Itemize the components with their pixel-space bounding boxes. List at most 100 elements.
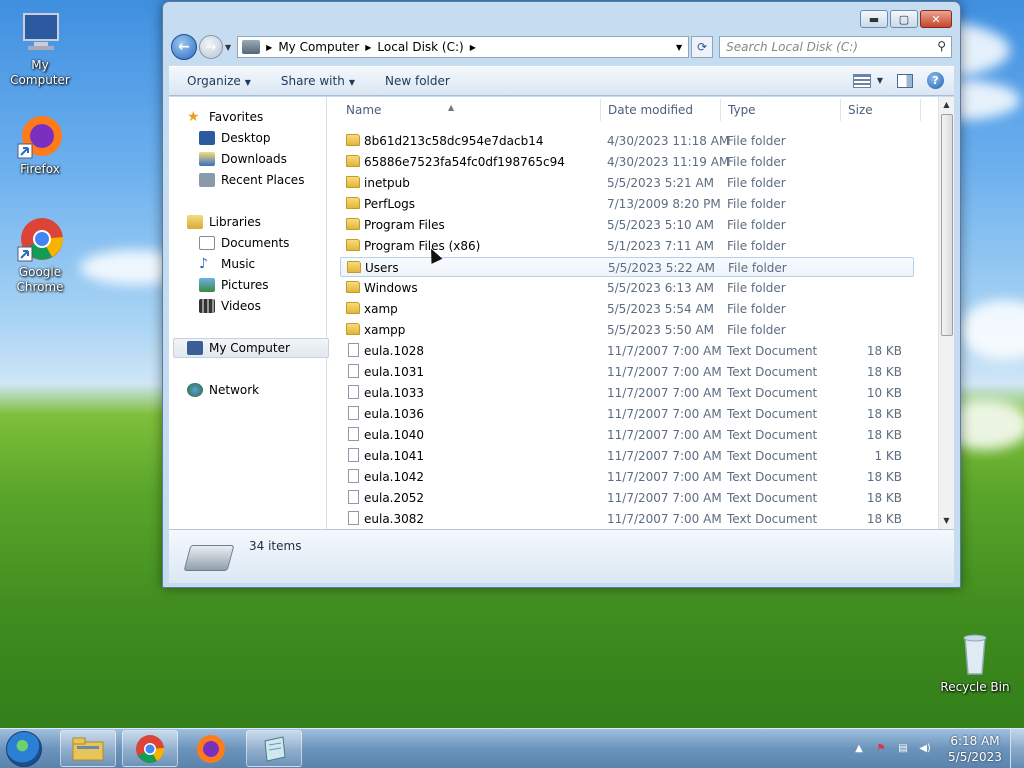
- volume-icon[interactable]: ◀): [918, 742, 932, 756]
- file-row[interactable]: 8b61d213c58dc954e7dacb14 4/30/2023 11:18 …: [340, 131, 914, 151]
- maximize-button[interactable]: ▢: [890, 10, 918, 28]
- search-input[interactable]: Search Local Disk (C:) ⚲: [719, 36, 952, 58]
- column-divider[interactable]: [720, 99, 721, 121]
- desktop-icon-label: Firefox: [20, 162, 60, 176]
- column-header-name[interactable]: Name: [346, 103, 381, 117]
- breadcrumb-local-disk[interactable]: Local Disk (C:): [377, 40, 463, 54]
- file-row[interactable]: Windows 5/5/2023 6:13 AM File folder: [340, 278, 914, 298]
- column-divider[interactable]: [920, 99, 921, 121]
- nav-label: Favorites: [209, 110, 264, 124]
- text-document-icon: [348, 385, 359, 399]
- refresh-button[interactable]: ⟳: [691, 36, 714, 58]
- taskbar-notepad-button[interactable]: [246, 730, 302, 767]
- text-document-icon: [348, 448, 359, 462]
- preview-pane-icon[interactable]: [897, 73, 913, 88]
- file-row[interactable]: inetpub 5/5/2023 5:21 AM File folder: [340, 173, 914, 193]
- file-row[interactable]: eula.1042 11/7/2007 7:00 AM Text Document 1…: [340, 467, 914, 487]
- file-row[interactable]: eula.1036 11/7/2007 7:00 AM Text Document 1…: [340, 404, 914, 424]
- nav-label: Documents: [221, 236, 290, 250]
- breadcrumb-my-computer[interactable]: My Computer: [278, 40, 359, 54]
- back-button[interactable]: ←: [171, 34, 197, 60]
- forward-button[interactable]: →: [199, 35, 223, 59]
- nav-libraries[interactable]: Libraries: [187, 212, 343, 232]
- folder-icon: [346, 323, 360, 335]
- share-with-button[interactable]: Share with ▼: [281, 74, 355, 88]
- network-tray-icon[interactable]: ▤: [896, 742, 910, 756]
- file-row[interactable]: PerfLogs 7/13/2009 8:20 PM File folder: [340, 194, 914, 214]
- desktop-icon-google-chrome[interactable]: Google Chrome: [0, 215, 80, 295]
- close-button[interactable]: ✕: [920, 10, 952, 28]
- clock-date: 5/5/2023: [948, 750, 1002, 764]
- minimize-button[interactable]: ▬: [860, 10, 888, 28]
- column-divider[interactable]: [840, 99, 841, 121]
- show-desktop-button[interactable]: [1010, 729, 1024, 768]
- address-bar[interactable]: ▶ My Computer ▶ Local Disk (C:) ▶ ▼: [237, 36, 690, 58]
- file-name: Program Files: [364, 218, 445, 232]
- scroll-up-arrow[interactable]: ▲: [939, 97, 954, 113]
- file-row[interactable]: eula.1028 11/7/2007 7:00 AM Text Document 1…: [340, 341, 914, 361]
- file-type: File folder: [727, 218, 786, 232]
- nav-label: Pictures: [221, 278, 269, 292]
- desktop-icon-my-computer[interactable]: My Computer: [0, 8, 80, 88]
- nav-label: Videos: [221, 299, 261, 313]
- nav-network[interactable]: Network: [187, 380, 343, 400]
- nav-my-computer[interactable]: My Computer: [173, 338, 329, 358]
- chevron-down-icon: ▼: [348, 78, 355, 87]
- taskbar-firefox-button[interactable]: [194, 733, 228, 768]
- column-header-size[interactable]: Size: [848, 103, 873, 117]
- new-folder-button[interactable]: New folder: [385, 74, 450, 88]
- music-icon: ♪: [199, 256, 208, 272]
- organize-button[interactable]: Organize ▼: [187, 74, 251, 88]
- details-pane: 34 items: [169, 529, 954, 583]
- file-row[interactable]: eula.1031 11/7/2007 7:00 AM Text Document 1…: [340, 362, 914, 382]
- action-center-icon[interactable]: ⚑: [874, 742, 888, 756]
- desktop-icon-firefox[interactable]: Firefox: [0, 112, 80, 177]
- file-row[interactable]: Program Files 5/5/2023 5:10 AM File folder: [340, 215, 914, 235]
- file-row[interactable]: eula.1040 11/7/2007 7:00 AM Text Document 1…: [340, 425, 914, 445]
- recent-pages-dropdown[interactable]: ▼: [225, 43, 231, 52]
- chevron-right-icon[interactable]: ▶: [365, 43, 371, 52]
- pictures-icon: [199, 278, 215, 292]
- file-type: File folder: [727, 176, 786, 190]
- items-count: 34 items: [249, 539, 302, 553]
- file-date: 11/7/2007 7:00 AM: [607, 407, 722, 421]
- taskbar-chrome-button[interactable]: [122, 730, 178, 767]
- vertical-scrollbar[interactable]: ▲ ▼: [938, 97, 954, 529]
- chevron-down-icon: ▼: [244, 78, 251, 87]
- column-header-date-modified[interactable]: Date modified: [608, 103, 693, 117]
- clock[interactable]: 6:18 AM 5/5/2023: [940, 733, 1010, 765]
- show-hidden-icons-arrow[interactable]: ▲: [852, 742, 866, 756]
- file-row[interactable]: eula.3082 11/7/2007 7:00 AM Text Document 1…: [340, 509, 914, 529]
- file-row[interactable]: Users 5/5/2023 5:22 AM File folder: [340, 257, 914, 277]
- address-dropdown[interactable]: ▼: [676, 43, 682, 52]
- file-row[interactable]: 65886e7523fa54fc0df198765c94 4/30/2023 11…: [340, 152, 914, 172]
- column-header-type[interactable]: Type: [728, 103, 756, 117]
- chrome-icon: [16, 215, 64, 263]
- file-row[interactable]: eula.1033 11/7/2007 7:00 AM Text Document 1…: [340, 383, 914, 403]
- scroll-down-arrow[interactable]: ▼: [939, 513, 954, 529]
- file-size: 18 KB: [866, 491, 902, 505]
- folder-icon: [346, 155, 360, 167]
- desktop-icon-label: Google Chrome: [16, 265, 64, 294]
- chevron-right-icon[interactable]: ▶: [266, 43, 272, 52]
- file-row[interactable]: eula.1041 11/7/2007 7:00 AM Text Document 1…: [340, 446, 914, 466]
- file-row[interactable]: xamp 5/5/2023 5:54 AM File folder: [340, 299, 914, 319]
- change-view-button[interactable]: ▼: [852, 73, 883, 88]
- desktop-icon-recycle-bin[interactable]: Recycle Bin: [935, 630, 1015, 695]
- explorer-window: ▬ ▢ ✕ ← → ▼ ▶ My Computer ▶ Local Disk (…: [162, 1, 961, 588]
- chevron-right-icon[interactable]: ▶: [470, 43, 476, 52]
- hard-drive-icon: [183, 545, 235, 571]
- file-row[interactable]: xampp 5/5/2023 5:50 AM File folder: [340, 320, 914, 340]
- column-divider[interactable]: [600, 99, 601, 121]
- text-document-icon: [348, 490, 359, 504]
- scroll-thumb[interactable]: [941, 114, 953, 336]
- search-icon[interactable]: ⚲: [937, 39, 946, 53]
- nav-favorites[interactable]: ★ Favorites: [187, 107, 343, 127]
- text-document-icon: [348, 511, 359, 525]
- help-icon[interactable]: ?: [927, 72, 944, 89]
- desktop-icon-label: Recycle Bin: [940, 680, 1010, 694]
- start-button[interactable]: [6, 731, 42, 767]
- taskbar-explorer-button[interactable]: [60, 730, 116, 767]
- file-row[interactable]: eula.2052 11/7/2007 7:00 AM Text Document 1…: [340, 488, 914, 508]
- file-type: File folder: [727, 239, 786, 253]
